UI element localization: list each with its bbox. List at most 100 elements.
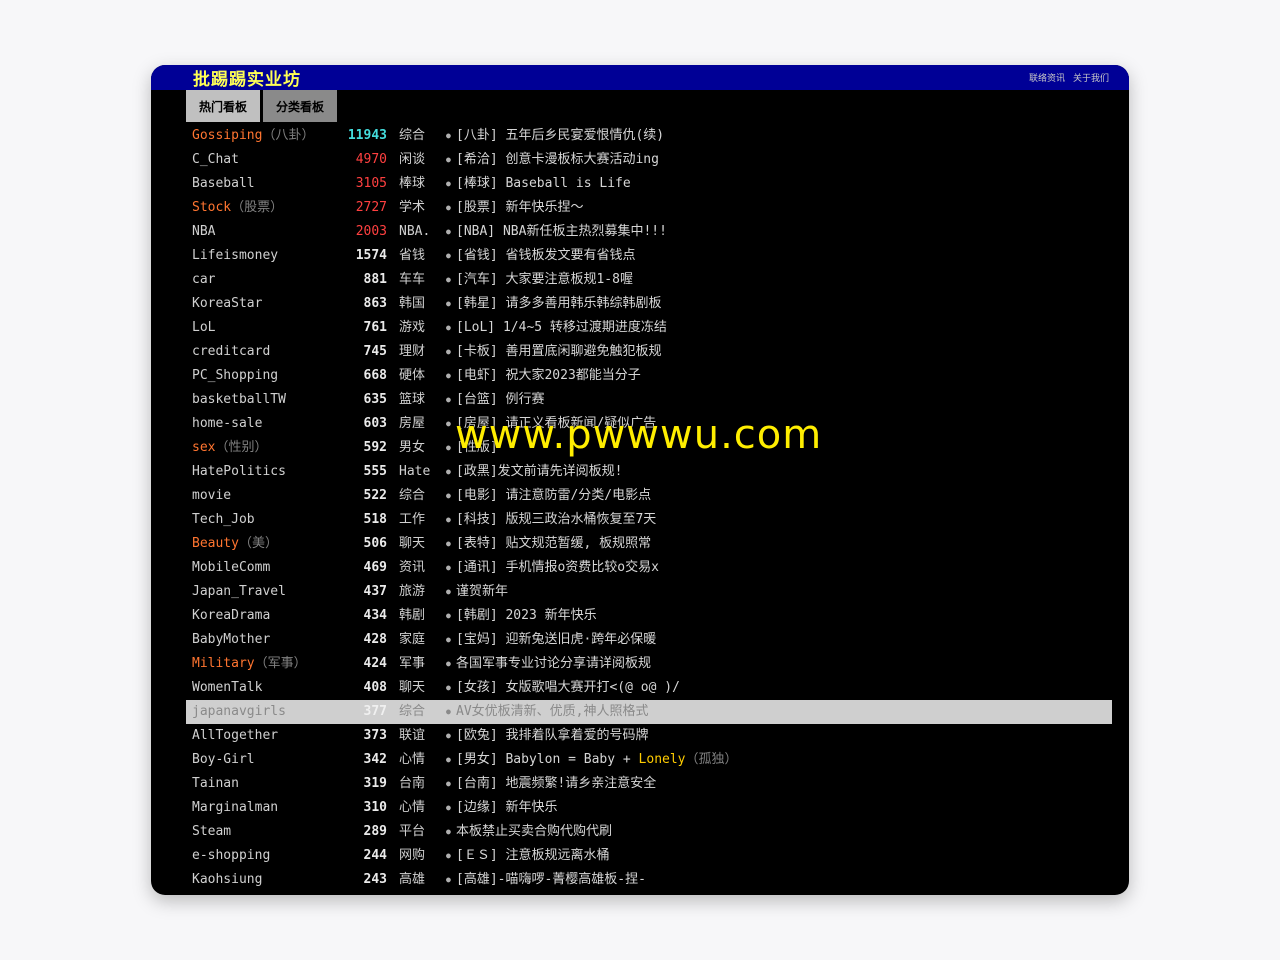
- board-name[interactable]: KoreaDrama: [192, 604, 270, 628]
- board-title: [电影] 请注意防雷/分类/电影点: [456, 484, 651, 508]
- board-row[interactable]: movie 522 综合 ● [电影] 请注意防雷/分类/电影点: [151, 484, 1129, 508]
- board-name[interactable]: e-shopping: [192, 844, 270, 868]
- board-name[interactable]: NBA: [192, 220, 215, 244]
- board-title: [希洽] 创意卡漫板标大赛活动ing: [456, 148, 659, 172]
- board-row[interactable]: Japan_Travel 437 旅游 ● 谨贺新年: [151, 580, 1129, 604]
- board-name[interactable]: Marginalman: [192, 796, 278, 820]
- board-name[interactable]: Kaohsiung: [192, 868, 262, 892]
- board-row[interactable]: Boy-Girl 342 心情 ● [男女] Babylon = Baby + Lone…: [151, 748, 1129, 772]
- board-name[interactable]: Steam: [192, 820, 231, 844]
- board-list: Gossiping（八卦） 11943 综合 ● [八卦] 五年后乡民宴爱恨情仇(续) C…: [151, 124, 1129, 892]
- board-name[interactable]: sex（性别）: [192, 436, 268, 460]
- board-row[interactable]: e-shopping 244 网购 ● [ＥＳ] 注意板规远离水桶: [151, 844, 1129, 868]
- board-title: [政黑]发文前请先详阅板规!: [456, 460, 622, 484]
- board-row[interactable]: Military（军事） 424 军事 ● 各国军事专业讨论分享请详阅板规: [151, 652, 1129, 676]
- board-title-text: [ＥＳ] 注意板规远离水桶: [456, 848, 610, 863]
- board-name-text: KoreaStar: [192, 296, 263, 311]
- board-name[interactable]: Military（军事）: [192, 652, 307, 676]
- board-row[interactable]: japanavgirls 377 综合 ● AV女优板清新、优质,神人照格式: [186, 700, 1112, 724]
- board-row[interactable]: PC_Shopping 668 硬体 ● [电虾] 祝大家2023都能当分子: [151, 364, 1129, 388]
- board-category: 平台: [399, 824, 426, 839]
- board-name[interactable]: Tainan: [192, 772, 239, 796]
- board-name[interactable]: car: [192, 268, 215, 292]
- board-name[interactable]: MobileComm: [192, 556, 270, 580]
- user-count: 881: [363, 272, 387, 287]
- board-row[interactable]: AllTogether 373 联谊 ● [欧兔] 我排着队拿着爱的号码牌: [151, 724, 1129, 748]
- board-title: [男女] Babylon = Baby + Lonely（孤独）: [456, 748, 738, 772]
- board-row[interactable]: home-sale 603 房屋 ● [房屋] 请正义看板新闻/疑似广告: [151, 412, 1129, 436]
- board-row[interactable]: LoL 761 游戏 ● [LoL] 1/4~5 转移过渡期进度冻结: [151, 316, 1129, 340]
- bullet-icon: ●: [446, 515, 451, 524]
- user-count: 635: [363, 392, 387, 407]
- board-row[interactable]: Stock（股票） 2727 学术 ● [股票] 新年快乐捏～: [151, 196, 1129, 220]
- board-name[interactable]: C_Chat: [192, 148, 239, 172]
- contact-link[interactable]: 联络资讯: [1029, 71, 1065, 84]
- board-name-text: basketballTW: [192, 392, 286, 407]
- board-row[interactable]: Tech_Job 518 工作 ● [科技] 版规三政治水桶恢复至7天: [151, 508, 1129, 532]
- user-count: 289: [363, 824, 387, 839]
- board-row[interactable]: Tainan 319 台南 ● [台南] 地震频繁!请乡亲注意安全: [151, 772, 1129, 796]
- board-title: [房屋] 请正义看板新闻/疑似广告: [456, 412, 656, 436]
- board-name[interactable]: WomenTalk: [192, 676, 262, 700]
- board-name[interactable]: Tech_Job: [192, 508, 255, 532]
- board-row[interactable]: basketballTW 635 篮球 ● [台篮] 例行赛: [151, 388, 1129, 412]
- board-category: 硬体: [399, 368, 426, 383]
- board-category: 理财: [399, 344, 426, 359]
- board-name[interactable]: AllTogether: [192, 724, 278, 748]
- board-row[interactable]: Beauty（美） 506 聊天 ● [表特] 贴文规范暂缓, 板规照常: [151, 532, 1129, 556]
- board-row[interactable]: Marginalman 310 心情 ● [边缘] 新年快乐: [151, 796, 1129, 820]
- board-name[interactable]: Lifeismoney: [192, 244, 278, 268]
- board-name[interactable]: Beauty（美）: [192, 532, 278, 556]
- user-count: 506: [363, 536, 387, 551]
- bullet-icon: ●: [446, 683, 451, 692]
- board-row[interactable]: Steam 289 平台 ● 本板禁止买卖合购代购代刷: [151, 820, 1129, 844]
- board-row[interactable]: car 881 车车 ● [汽车] 大家要注意板规1-8喔: [151, 268, 1129, 292]
- board-row[interactable]: Lifeismoney 1574 省钱 ● [省钱] 省钱板发文要有省钱点: [151, 244, 1129, 268]
- bullet-icon: ●: [446, 851, 451, 860]
- board-title: [边缘] 新年快乐: [456, 796, 557, 820]
- about-link[interactable]: 关于我们: [1073, 71, 1109, 84]
- board-row[interactable]: C_Chat 4970 闲谈 ● [希洽] 创意卡漫板标大赛活动ing: [151, 148, 1129, 172]
- bullet-icon: ●: [446, 587, 451, 596]
- board-name[interactable]: HatePolitics: [192, 460, 286, 484]
- board-name[interactable]: basketballTW: [192, 388, 286, 412]
- board-row[interactable]: KoreaStar 863 韩国 ● [韩星] 请多多善用韩乐韩综韩剧板: [151, 292, 1129, 316]
- board-name[interactable]: Baseball: [192, 172, 255, 196]
- board-row[interactable]: KoreaDrama 434 韩剧 ● [韩剧] 2023 新年快乐: [151, 604, 1129, 628]
- board-row[interactable]: WomenTalk 408 聊天 ● [女孩] 女版歌唱大赛开打<(@ o@ )/: [151, 676, 1129, 700]
- tab-category-boards[interactable]: 分类看板: [263, 90, 338, 122]
- board-name[interactable]: PC_Shopping: [192, 364, 278, 388]
- board-name[interactable]: BabyMother: [192, 628, 270, 652]
- board-name[interactable]: Boy-Girl: [192, 748, 255, 772]
- board-name[interactable]: Stock（股票）: [192, 196, 283, 220]
- board-row[interactable]: sex（性别） 592 男女 ● [性版]: [151, 436, 1129, 460]
- board-title-text: [韩剧] 2023 新年快乐: [456, 608, 597, 623]
- site-title[interactable]: 批踢踢实业坊: [193, 65, 301, 90]
- board-name[interactable]: japanavgirls: [192, 700, 286, 724]
- board-name[interactable]: LoL: [192, 316, 215, 340]
- board-title-highlight: Lonely: [638, 752, 686, 767]
- board-row[interactable]: creditcard 745 理财 ● [卡板] 善用置底闲聊避免触犯板规: [151, 340, 1129, 364]
- user-count: 1574: [355, 248, 387, 263]
- board-category: 综合: [399, 704, 426, 719]
- board-row[interactable]: BabyMother 428 家庭 ● [宝妈] 迎新兔送旧虎·跨年必保暖: [151, 628, 1129, 652]
- board-name[interactable]: movie: [192, 484, 231, 508]
- board-name[interactable]: Japan_Travel: [192, 580, 286, 604]
- board-name[interactable]: creditcard: [192, 340, 270, 364]
- header-bar: 批踢踢实业坊 联络资讯 关于我们: [151, 65, 1129, 90]
- board-name[interactable]: Gossiping（八卦）: [192, 124, 314, 148]
- tab-hot-boards[interactable]: 热门看板: [186, 90, 261, 122]
- board-row[interactable]: Baseball 3105 棒球 ● [棒球] Baseball is Life: [151, 172, 1129, 196]
- board-row[interactable]: MobileComm 469 资讯 ● [通讯] 手机情报o资费比较o交易x: [151, 556, 1129, 580]
- board-name-text: Tainan: [192, 776, 239, 791]
- bullet-icon: ●: [446, 347, 451, 356]
- board-row[interactable]: Gossiping（八卦） 11943 综合 ● [八卦] 五年后乡民宴爱恨情仇(续): [151, 124, 1129, 148]
- board-row[interactable]: Kaohsiung 243 高雄 ● [高雄]-喵嗨啰-菁樱高雄板-捏-: [151, 868, 1129, 892]
- board-name-text: Tech_Job: [192, 512, 255, 527]
- board-row[interactable]: NBA 2003 NBA. ● [NBA] NBA新任板主热烈募集中!!!: [151, 220, 1129, 244]
- board-name[interactable]: KoreaStar: [192, 292, 262, 316]
- board-title: [LoL] 1/4~5 转移过渡期进度冻结: [456, 316, 667, 340]
- bullet-icon: ●: [446, 275, 451, 284]
- board-row[interactable]: HatePolitics 555 Hate ● [政黑]发文前请先详阅板规!: [151, 460, 1129, 484]
- board-name[interactable]: home-sale: [192, 412, 262, 436]
